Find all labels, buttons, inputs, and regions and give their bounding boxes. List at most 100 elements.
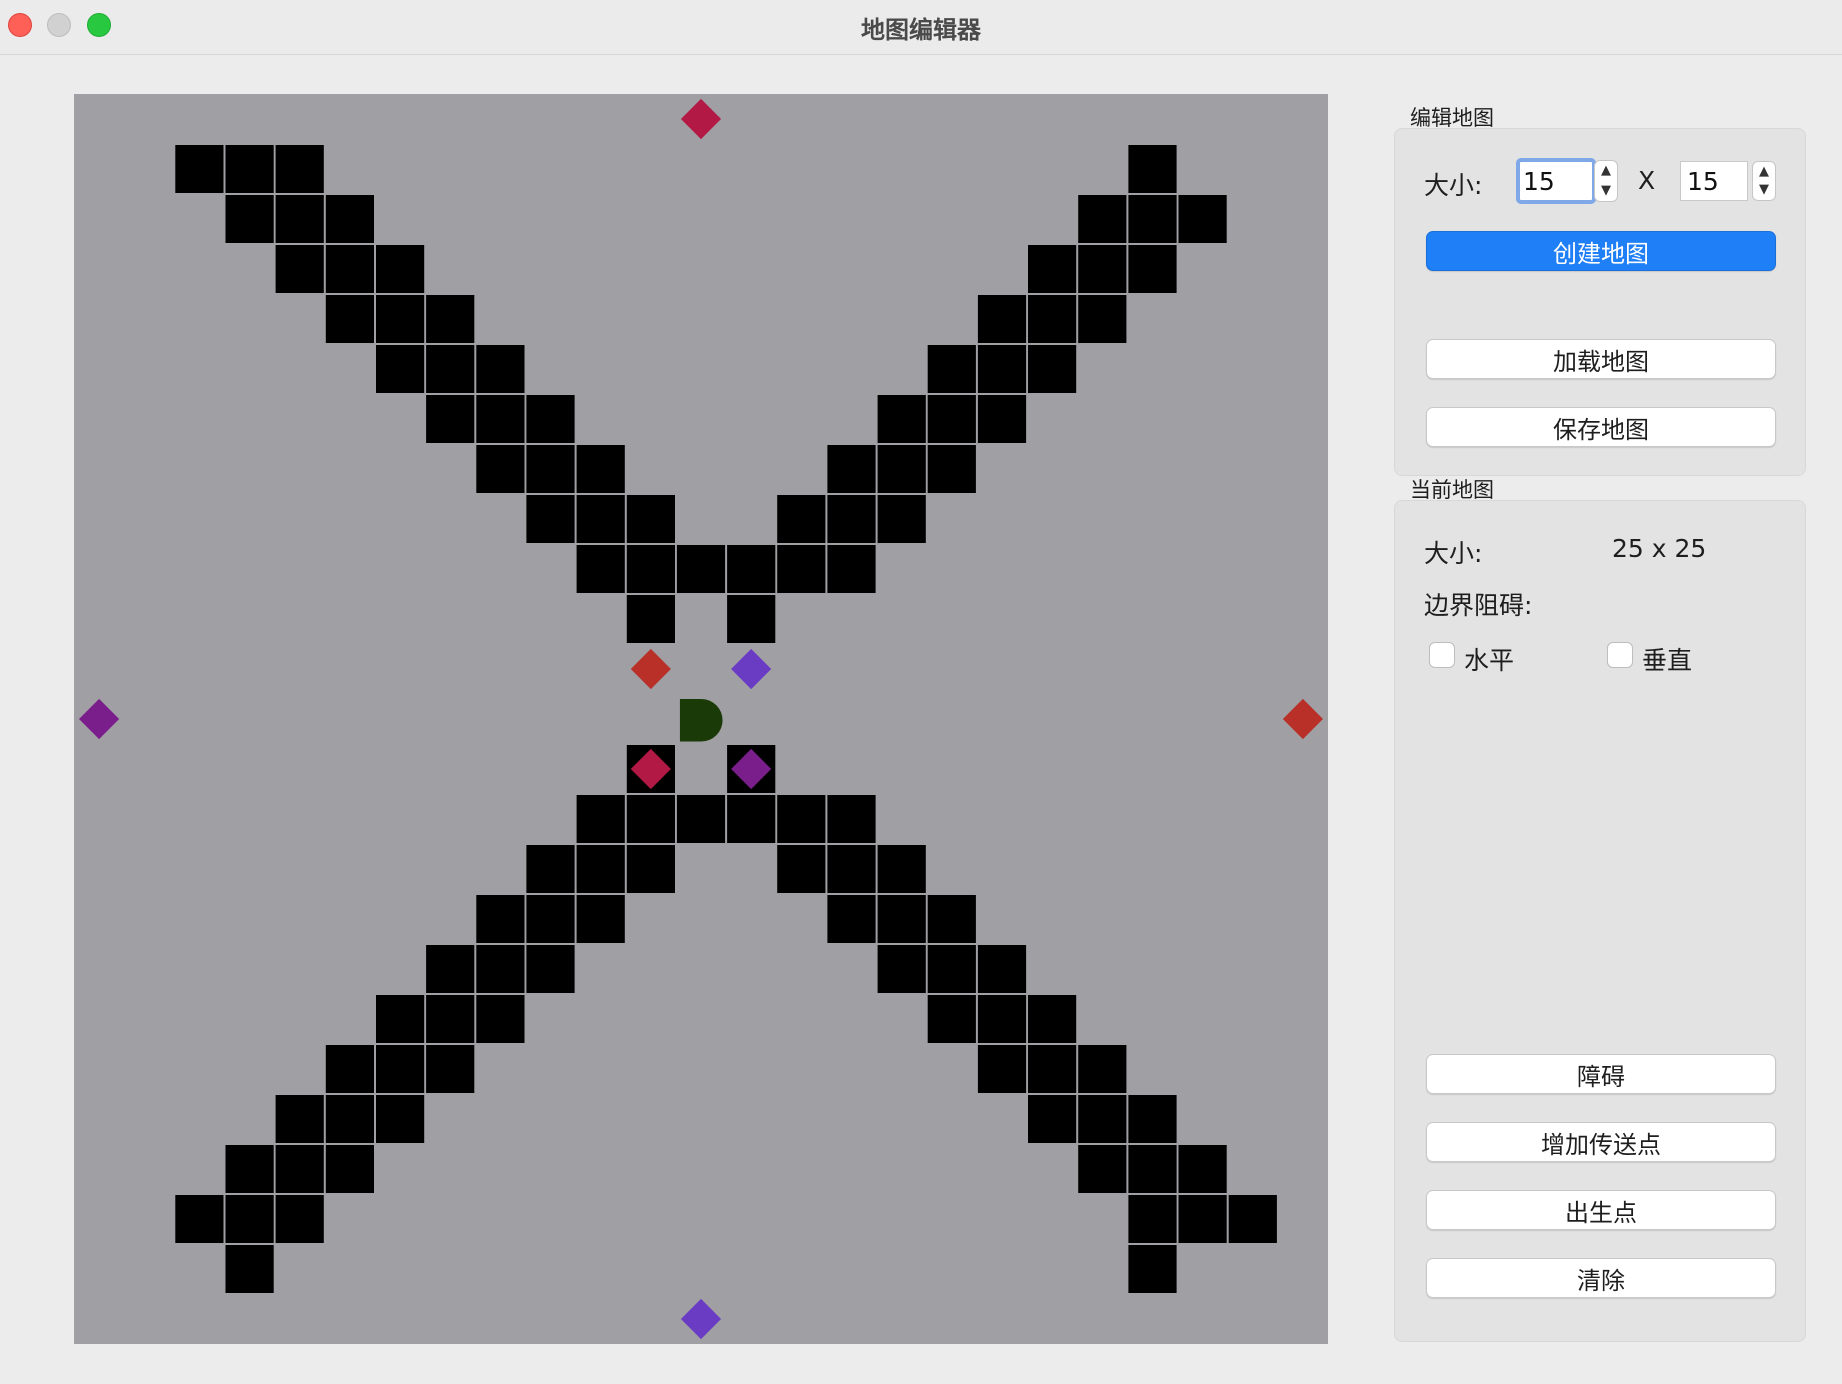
stepper-down-icon[interactable]: ▼ [1601,182,1611,200]
obstacle-cell[interactable] [476,895,525,943]
spawn-point-button[interactable]: 出生点 [1426,1190,1776,1230]
obstacle-cell[interactable] [977,295,1027,343]
obstacle-cell[interactable] [376,995,425,1043]
obstacle-cell[interactable] [576,845,625,893]
obstacle-cell[interactable] [1128,1195,1177,1243]
obstacle-cell[interactable] [827,795,876,843]
obstacle-cell[interactable] [275,1095,324,1143]
obstacle-cell[interactable] [877,845,926,893]
teleport-point-marker[interactable] [630,648,671,690]
teleport-point-marker[interactable] [731,648,772,690]
obstacle-cell[interactable] [1178,1145,1227,1193]
obstacle-cell[interactable] [1028,1095,1077,1143]
vertical-checkbox[interactable] [1607,642,1633,668]
obstacle-cell[interactable] [1028,345,1077,393]
obstacle-cell[interactable] [827,845,876,893]
obstacle-cell[interactable] [877,945,926,993]
obstacle-cell[interactable] [325,1095,374,1143]
obstacle-cell[interactable] [426,295,475,343]
obstacle-cell[interactable] [1028,295,1077,343]
spawn-point-marker[interactable] [679,699,723,742]
obstacle-cell[interactable] [275,1195,324,1243]
obstacle-cell[interactable] [325,1145,374,1193]
map-width-input[interactable] [1516,158,1596,204]
teleport-point-marker[interactable] [680,98,722,140]
obstacle-cell[interactable] [426,395,475,443]
obstacle-cell[interactable] [777,495,826,543]
add-teleport-button[interactable]: 增加传送点 [1426,1122,1776,1162]
obstacle-cell[interactable] [225,1145,274,1193]
map-canvas[interactable] [74,94,1328,1344]
obstacle-cell[interactable] [927,395,976,443]
obstacle-cell[interactable] [325,1045,374,1093]
obstacle-cell[interactable] [827,445,876,493]
obstacle-tool-button[interactable]: 障碍 [1426,1054,1776,1094]
save-map-button[interactable]: 保存地图 [1426,407,1776,447]
obstacle-cell[interactable] [1178,195,1227,243]
create-map-button[interactable]: 创建地图 [1426,231,1776,271]
obstacle-cell[interactable] [526,895,575,943]
obstacle-cell[interactable] [927,945,976,993]
obstacle-cell[interactable] [877,895,926,943]
obstacle-cell[interactable] [476,345,525,393]
obstacle-cell[interactable] [175,145,224,193]
obstacle-cell[interactable] [325,295,374,343]
obstacle-cell[interactable] [376,245,425,293]
obstacle-cell[interactable] [1128,1245,1177,1293]
obstacle-cell[interactable] [626,495,675,543]
obstacle-cell[interactable] [275,245,324,293]
obstacle-cell[interactable] [1078,295,1127,343]
obstacle-cell[interactable] [977,395,1027,443]
obstacle-cell[interactable] [376,1045,425,1093]
obstacle-cell[interactable] [777,545,826,593]
obstacle-cell[interactable] [275,145,324,193]
obstacle-cell[interactable] [1128,1145,1177,1193]
obstacle-cell[interactable] [1128,145,1177,193]
obstacle-cell[interactable] [576,545,625,593]
obstacle-cell[interactable] [325,195,374,243]
obstacle-cell[interactable] [225,1245,274,1293]
obstacle-cell[interactable] [1078,195,1127,243]
obstacle-cell[interactable] [626,545,675,593]
obstacle-cell[interactable] [877,395,926,443]
obstacle-cell[interactable] [175,1195,224,1243]
obstacle-cell[interactable] [626,595,675,643]
obstacle-cell[interactable] [877,495,926,543]
stepper-down-icon[interactable]: ▼ [1759,181,1769,199]
map-grid[interactable] [74,94,1328,1344]
map-height-input[interactable] [1680,161,1748,201]
obstacle-cell[interactable] [476,945,525,993]
obstacle-cell[interactable] [1128,245,1177,293]
obstacle-cell[interactable] [576,895,625,943]
obstacle-cell[interactable] [626,795,675,843]
obstacle-cell[interactable] [376,345,425,393]
obstacle-cell[interactable] [927,995,976,1043]
map-height-stepper[interactable]: ▲ ▼ [1752,161,1776,201]
horizontal-checkbox[interactable] [1429,642,1455,668]
obstacle-cell[interactable] [225,195,274,243]
obstacle-cell[interactable] [526,445,575,493]
obstacle-cell[interactable] [1028,1045,1077,1093]
obstacle-cell[interactable] [676,545,726,593]
obstacle-cell[interactable] [827,495,876,543]
map-width-stepper[interactable]: ▲ ▼ [1594,160,1618,202]
obstacle-cell[interactable] [376,1095,425,1143]
obstacle-cell[interactable] [676,795,726,843]
teleport-point-marker[interactable] [680,1298,722,1340]
obstacle-cell[interactable] [977,345,1027,393]
obstacle-cell[interactable] [1128,195,1177,243]
obstacle-cell[interactable] [1178,1195,1227,1243]
clear-button[interactable]: 清除 [1426,1258,1776,1298]
obstacle-cell[interactable] [777,845,826,893]
obstacle-cell[interactable] [1078,1145,1127,1193]
obstacle-cell[interactable] [877,445,926,493]
obstacle-cell[interactable] [977,1045,1027,1093]
obstacle-cell[interactable] [376,295,425,343]
obstacle-cell[interactable] [476,995,525,1043]
obstacle-cell[interactable] [225,1195,274,1243]
load-map-button[interactable]: 加载地图 [1426,339,1776,379]
obstacle-cell[interactable] [526,945,575,993]
obstacle-cell[interactable] [727,595,776,643]
obstacle-cell[interactable] [275,195,324,243]
obstacle-cell[interactable] [576,445,625,493]
